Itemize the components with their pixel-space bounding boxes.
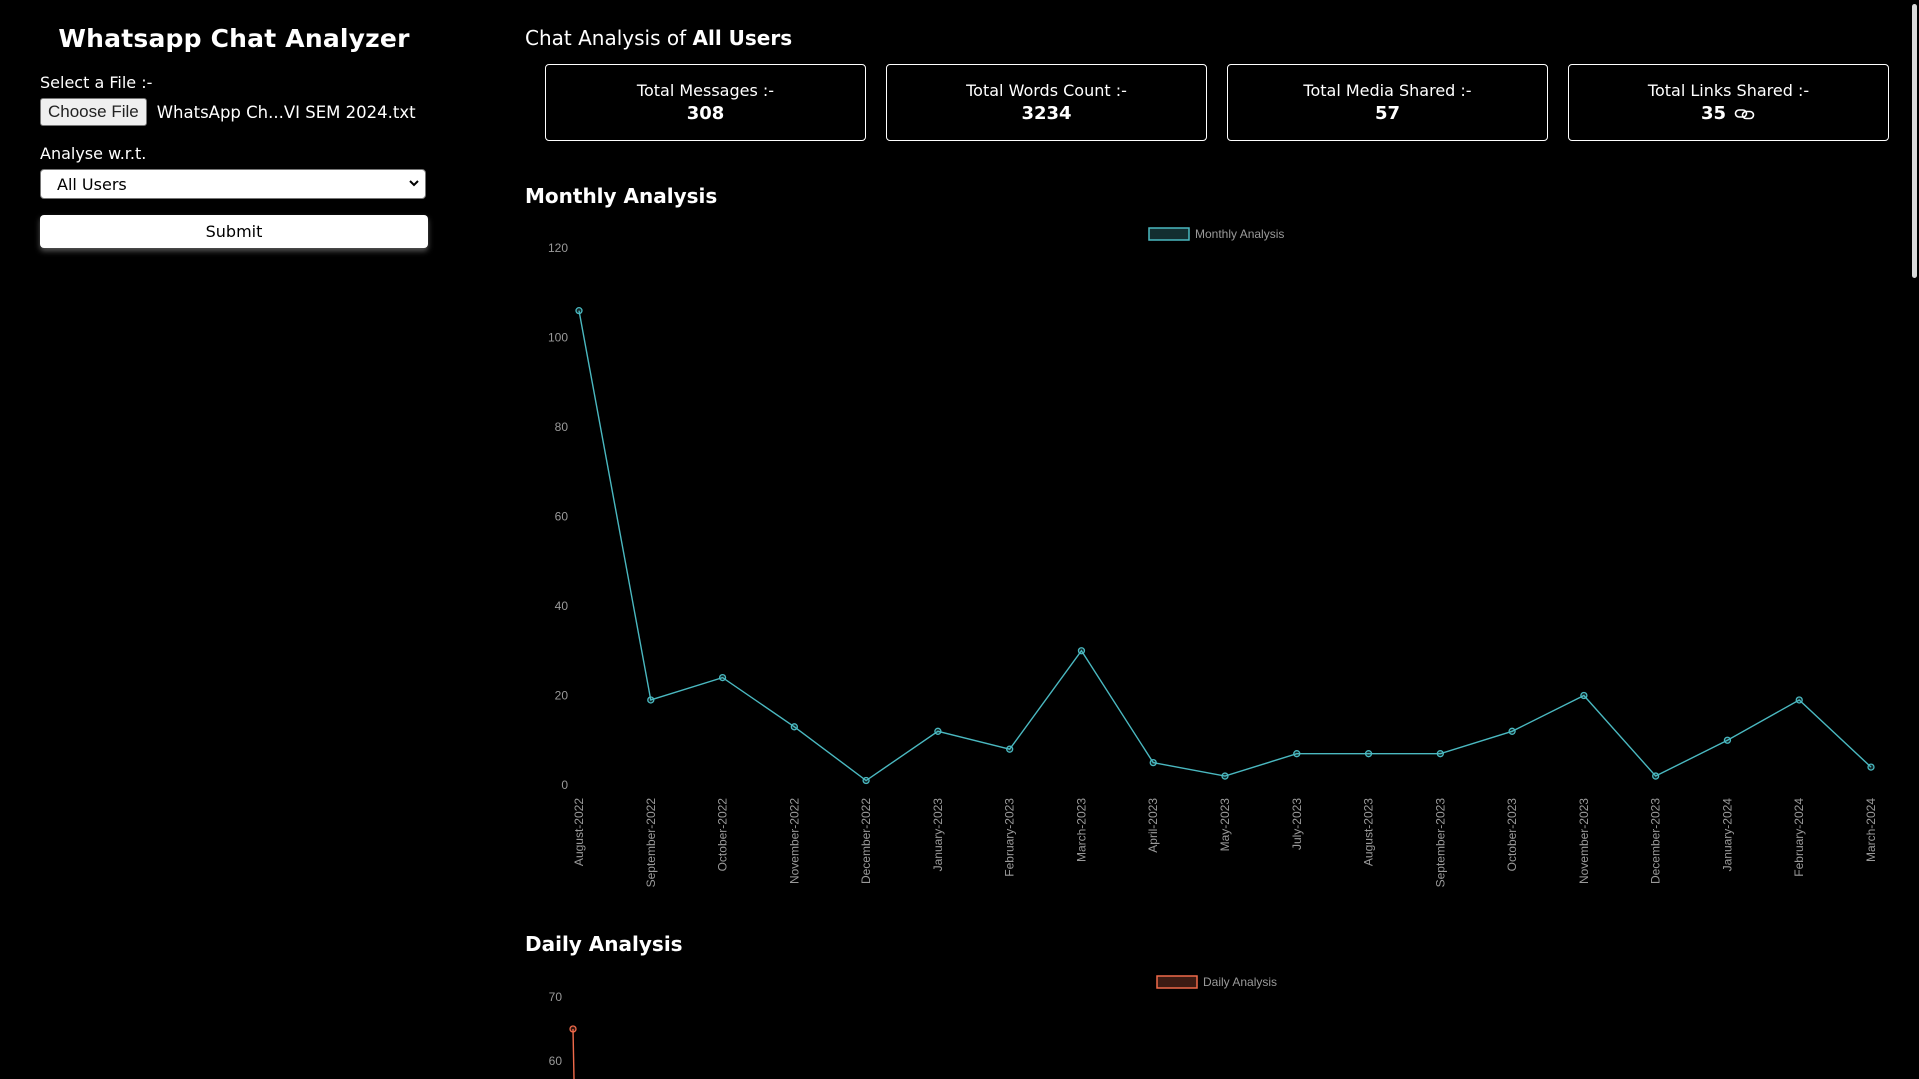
legend-swatch (1148, 227, 1190, 241)
card-label: Total Links Shared :- (1647, 81, 1810, 100)
chart-legend: Daily Analysis (1156, 975, 1277, 989)
data-point (1652, 772, 1660, 780)
user-select-value: All Users (57, 174, 127, 194)
x-tick-label: May-2023 (1218, 798, 1232, 852)
x-tick-label: February-2024 (1792, 798, 1806, 877)
data-point (1580, 691, 1588, 700)
x-tick-label: March-2023 (1074, 798, 1088, 862)
heading-prefix: Chat Analysis of (525, 26, 687, 50)
x-tick-label: November-2022 (787, 798, 801, 884)
x-tick-label: April-2023 (1146, 798, 1160, 853)
x-tick-label: August-2023 (1362, 798, 1376, 866)
legend-label: Daily Analysis (1203, 975, 1277, 989)
monthly-analysis-title: Monthly Analysis (525, 184, 718, 208)
y-tick-label: 0 (561, 778, 568, 792)
data-point (1006, 745, 1014, 753)
x-tick-label: February-2023 (1003, 798, 1017, 877)
x-tick-label: October-2022 (716, 798, 730, 872)
x-tick-label: March-2024 (1864, 798, 1878, 862)
legend-swatch (1156, 975, 1198, 989)
x-tick-label: October-2023 (1505, 798, 1519, 872)
submit-button[interactable]: Submit (40, 215, 428, 248)
monthly-chart: Monthly Analysis 0 20 40 60 80 100 120 August-20… (548, 227, 1878, 888)
y-tick-label: 60 (549, 1054, 563, 1068)
choose-file-button[interactable]: Choose File (40, 98, 147, 126)
file-name: WhatsApp Ch...VI SEM 2024.txt (156, 102, 416, 122)
data-point (790, 723, 798, 731)
analyse-label: Analyse w.r.t. (40, 144, 147, 163)
data-point (1149, 758, 1157, 767)
data-point (1221, 772, 1229, 780)
main-content: Chat Analysis of All Users Total Message… (525, 0, 1895, 1079)
x-tick-label: December-2023 (1649, 798, 1663, 884)
chevron-down-icon (409, 180, 419, 187)
y-tick-label: 60 (555, 510, 569, 524)
daily-series-line (572, 1028, 575, 1079)
card-label: Total Messages :- (636, 81, 775, 100)
data-point (862, 776, 870, 785)
monthly-series-line (578, 310, 1872, 782)
x-tick-label: September-2023 (1433, 798, 1447, 888)
card-total-links: Total Links Shared :- 35 (1568, 64, 1889, 141)
y-tick-label: 40 (555, 599, 569, 613)
daily-chart: Daily Analysis 60 70 (549, 975, 1277, 1079)
sidebar: Whatsapp Chat Analyzer Select a File :- … (40, 20, 428, 248)
y-tick-label: 20 (555, 689, 569, 703)
card-label: Total Words Count :- (966, 81, 1127, 100)
x-tick-label: July-2023 (1290, 798, 1304, 850)
y-tick-label: 120 (548, 241, 568, 255)
data-point (575, 307, 583, 315)
user-select[interactable]: All Users (40, 169, 426, 199)
data-point (1436, 750, 1444, 758)
card-total-words: Total Words Count :- 3234 (886, 64, 1207, 141)
data-point (1293, 750, 1301, 758)
data-point (934, 727, 942, 735)
link-icon (1734, 108, 1755, 119)
card-total-media: Total Media Shared :- 57 (1227, 64, 1548, 141)
data-point (569, 1025, 577, 1033)
data-point (1867, 763, 1875, 771)
y-tick-label: 100 (548, 331, 568, 345)
y-tick-label: 80 (555, 420, 569, 434)
page-title: Chat Analysis of All Users (525, 26, 1895, 50)
x-tick-label: December-2022 (859, 798, 873, 884)
card-value: 308 (686, 103, 725, 124)
file-label: Select a File :- (40, 73, 153, 92)
stats-cards: Total Messages :- 308 Total Words Count … (545, 64, 1889, 141)
data-point (1795, 696, 1803, 704)
x-tick-label: August-2022 (572, 798, 586, 866)
x-tick-label: January-2023 (931, 798, 945, 872)
legend-label: Monthly Analysis (1195, 227, 1284, 241)
card-value: 3234 (1021, 103, 1072, 124)
file-input[interactable]: Choose File WhatsApp Ch...VI SEM 2024.tx… (40, 98, 428, 126)
chart-legend: Monthly Analysis (1148, 227, 1284, 241)
data-point (1508, 727, 1516, 735)
heading-user: All Users (692, 26, 793, 50)
card-value: 35 (1701, 103, 1756, 124)
card-total-messages: Total Messages :- 308 (545, 64, 866, 141)
data-point (718, 673, 727, 682)
data-point (1364, 750, 1373, 758)
data-point (1077, 647, 1086, 655)
card-label: Total Media Shared :- (1303, 81, 1472, 100)
x-tick-label: November-2023 (1577, 798, 1591, 884)
daily-analysis-title: Daily Analysis (525, 932, 683, 956)
data-point (1723, 736, 1732, 744)
x-tick-label: January-2024 (1720, 798, 1734, 872)
app-title: Whatsapp Chat Analyzer (58, 24, 410, 53)
x-tick-label: September-2022 (644, 798, 658, 888)
data-point (647, 696, 655, 704)
card-value: 57 (1374, 103, 1401, 124)
y-tick-label: 70 (549, 990, 563, 1004)
scrollbar[interactable] (1912, 4, 1917, 278)
